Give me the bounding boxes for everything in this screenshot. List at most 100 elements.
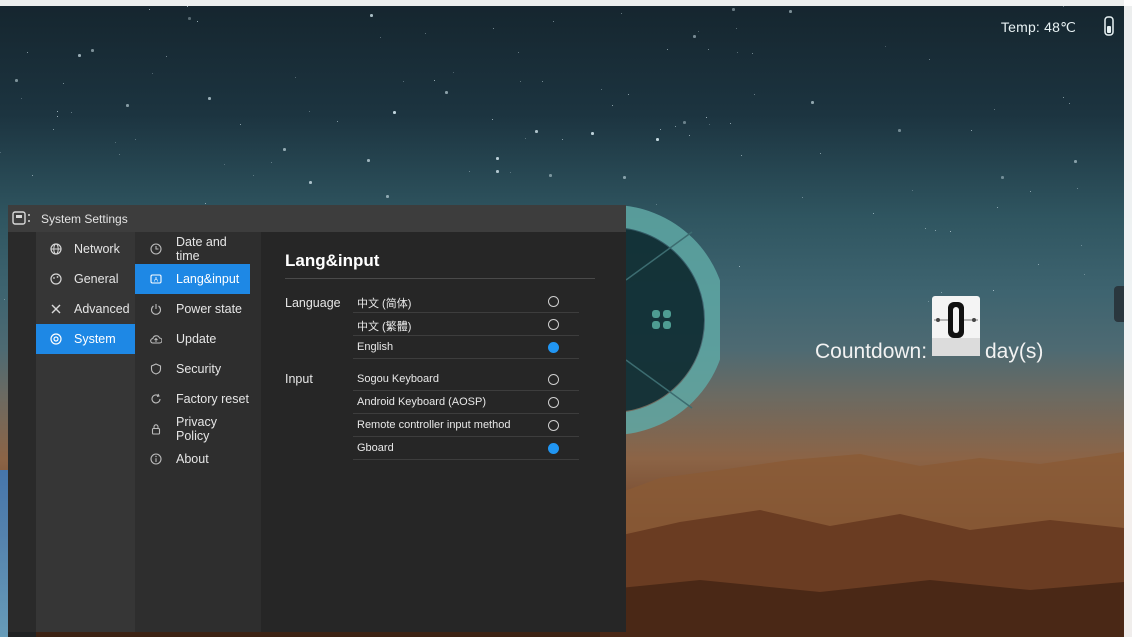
nav-network[interactable]: Network: [36, 234, 135, 264]
reset-icon: [151, 393, 161, 404]
nav-label: Network: [74, 242, 120, 256]
star: [208, 97, 211, 100]
star: [370, 14, 373, 17]
input-option-remote[interactable]: Remote controller input method: [353, 414, 579, 437]
star: [496, 157, 499, 160]
star: [1001, 176, 1004, 179]
radio-button[interactable]: [548, 397, 559, 408]
info-icon: [150, 453, 162, 465]
star: [91, 49, 94, 52]
radio-button[interactable]: [548, 420, 559, 431]
subnav-security[interactable]: Security: [135, 354, 250, 384]
star: [393, 111, 396, 114]
star: [126, 104, 129, 107]
star: [535, 130, 538, 133]
title-divider: [285, 278, 595, 279]
input-option-sogou[interactable]: Sogou Keyboard: [353, 368, 579, 391]
star: [188, 17, 191, 20]
star: [283, 148, 286, 151]
clock-icon: [150, 243, 162, 255]
star: [789, 10, 792, 13]
radio-button[interactable]: [548, 296, 559, 307]
nav-label: System: [74, 332, 116, 346]
globe-icon: [50, 243, 62, 255]
svg-text:A: A: [154, 278, 158, 284]
option-label: Sogou Keyboard: [357, 373, 439, 385]
subnav-label: Power state: [176, 302, 243, 316]
input-section-label: Input: [285, 372, 313, 386]
subnav-label: Update: [176, 332, 217, 346]
ring-widget: [612, 205, 720, 435]
star: [386, 195, 389, 198]
system-icon: [50, 333, 62, 345]
shield-icon: [150, 363, 162, 375]
star: [898, 129, 901, 132]
option-divider: [353, 358, 579, 359]
settings-app-icon: [12, 211, 30, 225]
subnav-lang-input[interactable]: A Lang&input: [135, 264, 250, 294]
screen-frame-top: [0, 0, 1132, 6]
star: [549, 174, 552, 177]
sub-nav: Date and time A Lang&input Power state U…: [135, 232, 261, 632]
thermometer-icon: [1104, 16, 1114, 36]
star: [367, 159, 370, 162]
subnav-label: Privacy Policy: [176, 415, 217, 443]
window-titlebar[interactable]: System Settings: [8, 205, 626, 232]
star: [683, 121, 686, 124]
star: [656, 138, 659, 141]
screen-frame-right: [1124, 0, 1132, 637]
star: [811, 101, 814, 104]
star: [623, 176, 626, 179]
calendar-flip-icon: [932, 296, 980, 356]
language-option-zh-hant[interactable]: 中文 (繁體): [353, 313, 579, 336]
edge-glow: [0, 470, 8, 637]
star: [496, 170, 499, 173]
subnav-label: Date and time: [176, 235, 227, 263]
side-widget-handle[interactable]: [1114, 286, 1124, 322]
lock-icon: [151, 424, 161, 435]
main-nav: Network General Advanced System: [36, 232, 135, 632]
tools-icon: [51, 304, 61, 314]
star: [732, 8, 735, 11]
power-icon: [151, 304, 161, 315]
keyboard-icon: A: [150, 274, 162, 284]
nav-system[interactable]: System: [36, 324, 135, 354]
option-label: 中文 (简体): [357, 298, 412, 310]
radio-button-selected[interactable]: [548, 443, 559, 454]
subnav-date-time[interactable]: Date and time: [135, 234, 250, 264]
option-label: Remote controller input method: [357, 419, 511, 431]
star: [309, 181, 312, 184]
nav-advanced[interactable]: Advanced: [36, 294, 135, 324]
star: [78, 54, 81, 57]
radio-button-selected[interactable]: [548, 342, 559, 353]
subnav-about[interactable]: About: [135, 444, 250, 474]
radio-button[interactable]: [548, 319, 559, 330]
subnav-update[interactable]: Update: [135, 324, 250, 354]
subnav-label: Factory reset: [176, 392, 249, 406]
star: [445, 91, 448, 94]
input-option-gboard[interactable]: Gboard: [353, 437, 579, 460]
window-title: System Settings: [41, 212, 128, 226]
option-label: Android Keyboard (AOSP): [357, 396, 487, 408]
subnav-label: About: [176, 452, 209, 466]
option-divider: [353, 459, 579, 460]
option-label: English: [357, 341, 394, 353]
subnav-power-state[interactable]: Power state: [135, 294, 250, 324]
radio-button[interactable]: [548, 374, 559, 385]
content-panel: Lang&input Language 中文 (简体) 中文 (繁體) Engl…: [261, 232, 626, 632]
cloud-upload-icon: [150, 335, 162, 344]
subnav-privacy-policy[interactable]: Privacy Policy: [135, 414, 250, 444]
mountain-landscape: [600, 452, 1124, 637]
language-option-english[interactable]: English: [353, 336, 579, 359]
subnav-factory-reset[interactable]: Factory reset: [135, 384, 250, 414]
temperature-readout: Temp: 48℃: [1000, 19, 1076, 35]
star: [15, 79, 18, 82]
language-option-zh-hans[interactable]: 中文 (简体): [353, 290, 579, 313]
subnav-label: Security: [176, 362, 222, 376]
palette-icon: [50, 273, 62, 285]
language-section-label: Language: [285, 296, 341, 310]
star: [1074, 160, 1077, 163]
nav-general[interactable]: General: [36, 264, 135, 294]
option-label: Gboard: [357, 442, 394, 454]
input-option-aosp[interactable]: Android Keyboard (AOSP): [353, 391, 579, 414]
